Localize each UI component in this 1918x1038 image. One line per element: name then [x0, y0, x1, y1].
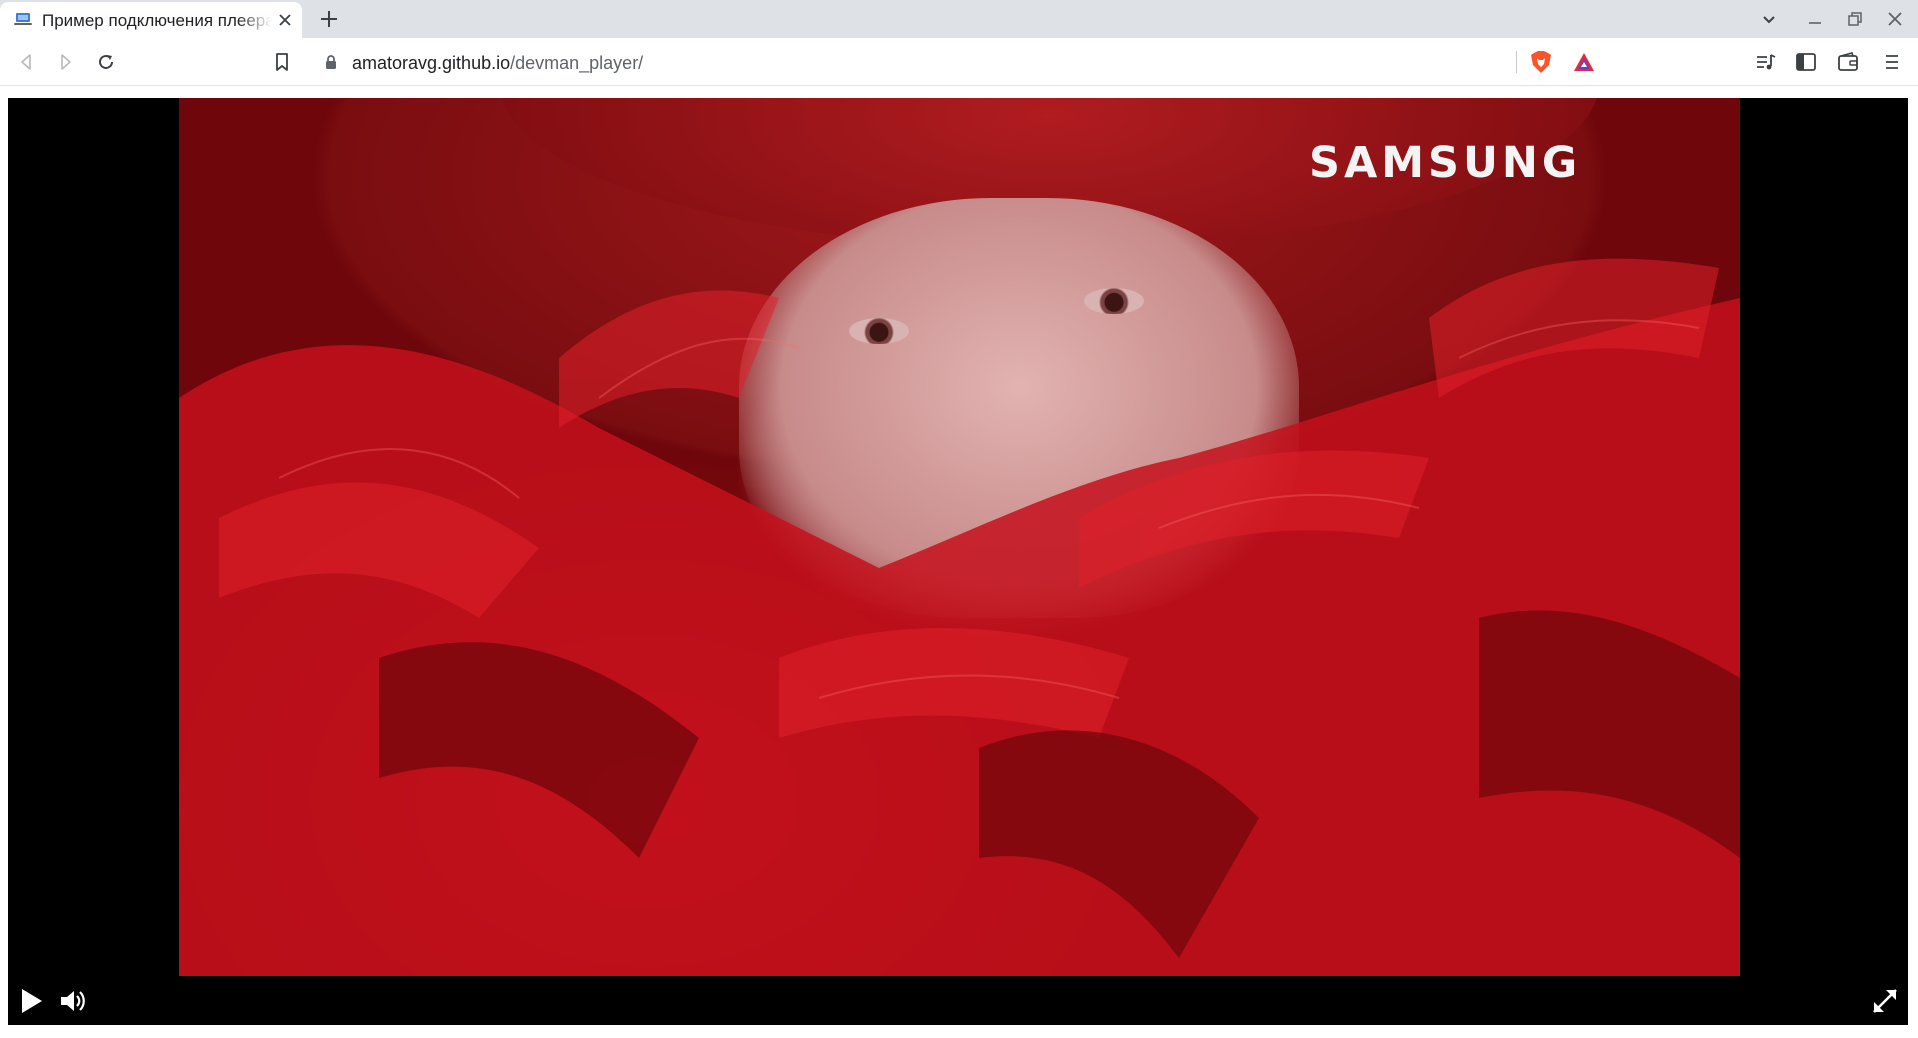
fullscreen-icon[interactable] — [1870, 986, 1900, 1016]
laptop-favicon-icon — [14, 13, 32, 25]
sidebar-icon[interactable] — [1794, 50, 1818, 74]
url-path: /devman_player/ — [510, 53, 644, 73]
lock-icon[interactable] — [324, 54, 338, 70]
omnibox-divider — [1516, 51, 1517, 73]
player-controls — [8, 976, 1908, 1025]
menu-icon[interactable] — [1880, 50, 1904, 74]
window-close-icon[interactable] — [1884, 8, 1906, 30]
playlist-icon[interactable] — [1754, 50, 1778, 74]
brave-shields-icon[interactable] — [1530, 50, 1552, 74]
tab-title: Пример подключения плеера — [42, 11, 272, 30]
tab-search-icon[interactable] — [1758, 8, 1780, 30]
video-player[interactable]: SAMSUNG — [8, 98, 1908, 1025]
volume-icon[interactable] — [58, 986, 88, 1016]
brave-rewards-icon[interactable] — [1572, 51, 1596, 73]
tab-close-icon[interactable] — [277, 12, 293, 28]
new-tab-icon[interactable] — [318, 8, 340, 30]
url-host: amatoravg.github.io — [352, 53, 511, 73]
wallet-icon[interactable] — [1836, 50, 1860, 74]
restore-icon[interactable] — [1844, 8, 1866, 30]
forward-icon[interactable] — [54, 50, 78, 74]
minimize-icon[interactable] — [1804, 8, 1826, 30]
address-bar[interactable]: amatoravg.github.io/devman_player/ — [310, 45, 1606, 79]
browser-toolbar: amatoravg.github.io/devman_player/ — [0, 38, 1918, 86]
red-feather-boa — [179, 258, 1740, 976]
samsung-watermark: SAMSUNG — [1309, 138, 1582, 188]
video-frame[interactable]: SAMSUNG — [179, 98, 1740, 976]
back-icon[interactable] — [14, 50, 38, 74]
play-icon[interactable] — [16, 986, 46, 1016]
tab-active[interactable]: Пример подключения плеера — [0, 2, 302, 38]
reload-icon[interactable] — [94, 50, 118, 74]
tab-strip: Пример подключения плеера — [0, 0, 1918, 38]
bookmark-icon[interactable] — [270, 50, 294, 74]
page-content: SAMSUNG — [0, 87, 1918, 1038]
url-text[interactable]: amatoravg.github.io/devman_player/ — [352, 53, 643, 74]
